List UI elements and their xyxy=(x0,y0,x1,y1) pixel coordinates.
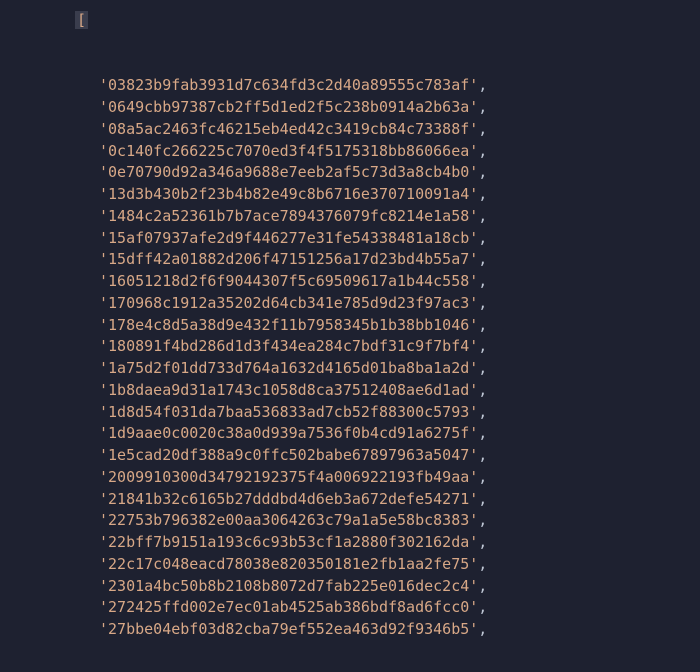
hash-item: '27bbe04ebf03d82cba79ef552ea463d92f9346b… xyxy=(99,619,700,641)
hash-item: '08a5ac2463fc46215eb4ed42c3419cb84c73388… xyxy=(99,119,700,141)
hash-item: '15af07937afe2d9f446277e31fe54338481a18c… xyxy=(99,228,700,250)
hash-item: '13d3b430b2f23b4b82e49c8b6716e370710091a… xyxy=(99,184,700,206)
hash-item: '0c140fc266225c7070ed3f4f5175318bb86066e… xyxy=(99,141,700,163)
open-bracket: [ xyxy=(75,10,88,32)
hash-item: '1b8daea9d31a1743c1058d8ca37512408ae6d1a… xyxy=(99,380,700,402)
hash-item: '272425ffd002e7ec01ab4525ab386bdf8ad6fcc… xyxy=(99,597,700,619)
hash-item: '1d8d54f031da7baa536833ad7cb52f88300c579… xyxy=(99,402,700,424)
hash-item: '21841b32c6165b27dddbd4d6eb3a672defe5427… xyxy=(99,489,700,511)
hash-item: '22bff7b9151a193c6c93b53cf1a2880f302162d… xyxy=(99,532,700,554)
hash-item: '2301a4bc50b8b2108b8072d7fab225e016dec2c… xyxy=(99,576,700,598)
hash-list: '03823b9fab3931d7c634fd3c2d40a89555c783a… xyxy=(75,75,700,641)
hash-item: '178e4c8d5a38d9e432f11b7958345b1b38bb104… xyxy=(99,315,700,337)
hash-item: '1d9aae0c0020c38a0d939a7536f0b4cd91a6275… xyxy=(99,423,700,445)
hash-item: '22c17c048eacd78038e820350181e2fb1aa2fe7… xyxy=(99,554,700,576)
hash-item: '180891f4bd286d1d3f434ea284c7bdf31c9f7bf… xyxy=(99,336,700,358)
hash-item: '170968c1912a35202d64cb341e785d9d23f97ac… xyxy=(99,293,700,315)
hash-item: '2009910300d34792192375f4a006922193fb49a… xyxy=(99,467,700,489)
hash-item: '22753b796382e00aa3064263c79a1a5e58bc838… xyxy=(99,510,700,532)
hash-item: '0649cbb97387cb2ff5d1ed2f5c238b0914a2b63… xyxy=(99,97,700,119)
code-block: [ '03823b9fab3931d7c634fd3c2d40a89555c78… xyxy=(0,10,700,663)
hash-item: '03823b9fab3931d7c634fd3c2d40a89555c783a… xyxy=(99,75,700,97)
hash-item: '0e70790d92a346a9688e7eeb2af5c73d3a8cb4b… xyxy=(99,162,700,184)
hash-item: '16051218d2f6f9044307f5c69509617a1b44c55… xyxy=(99,271,700,293)
hash-item: '1484c2a52361b7b7ace7894376079fc8214e1a5… xyxy=(99,206,700,228)
hash-item: '1a75d2f01dd733d764a1632d4165d01ba8ba1a2… xyxy=(99,358,700,380)
hash-item: '15dff42a01882d206f47151256a17d23bd4b55a… xyxy=(99,249,700,271)
hash-item: '1e5cad20df388a9c0ffc502babe67897963a504… xyxy=(99,445,700,467)
